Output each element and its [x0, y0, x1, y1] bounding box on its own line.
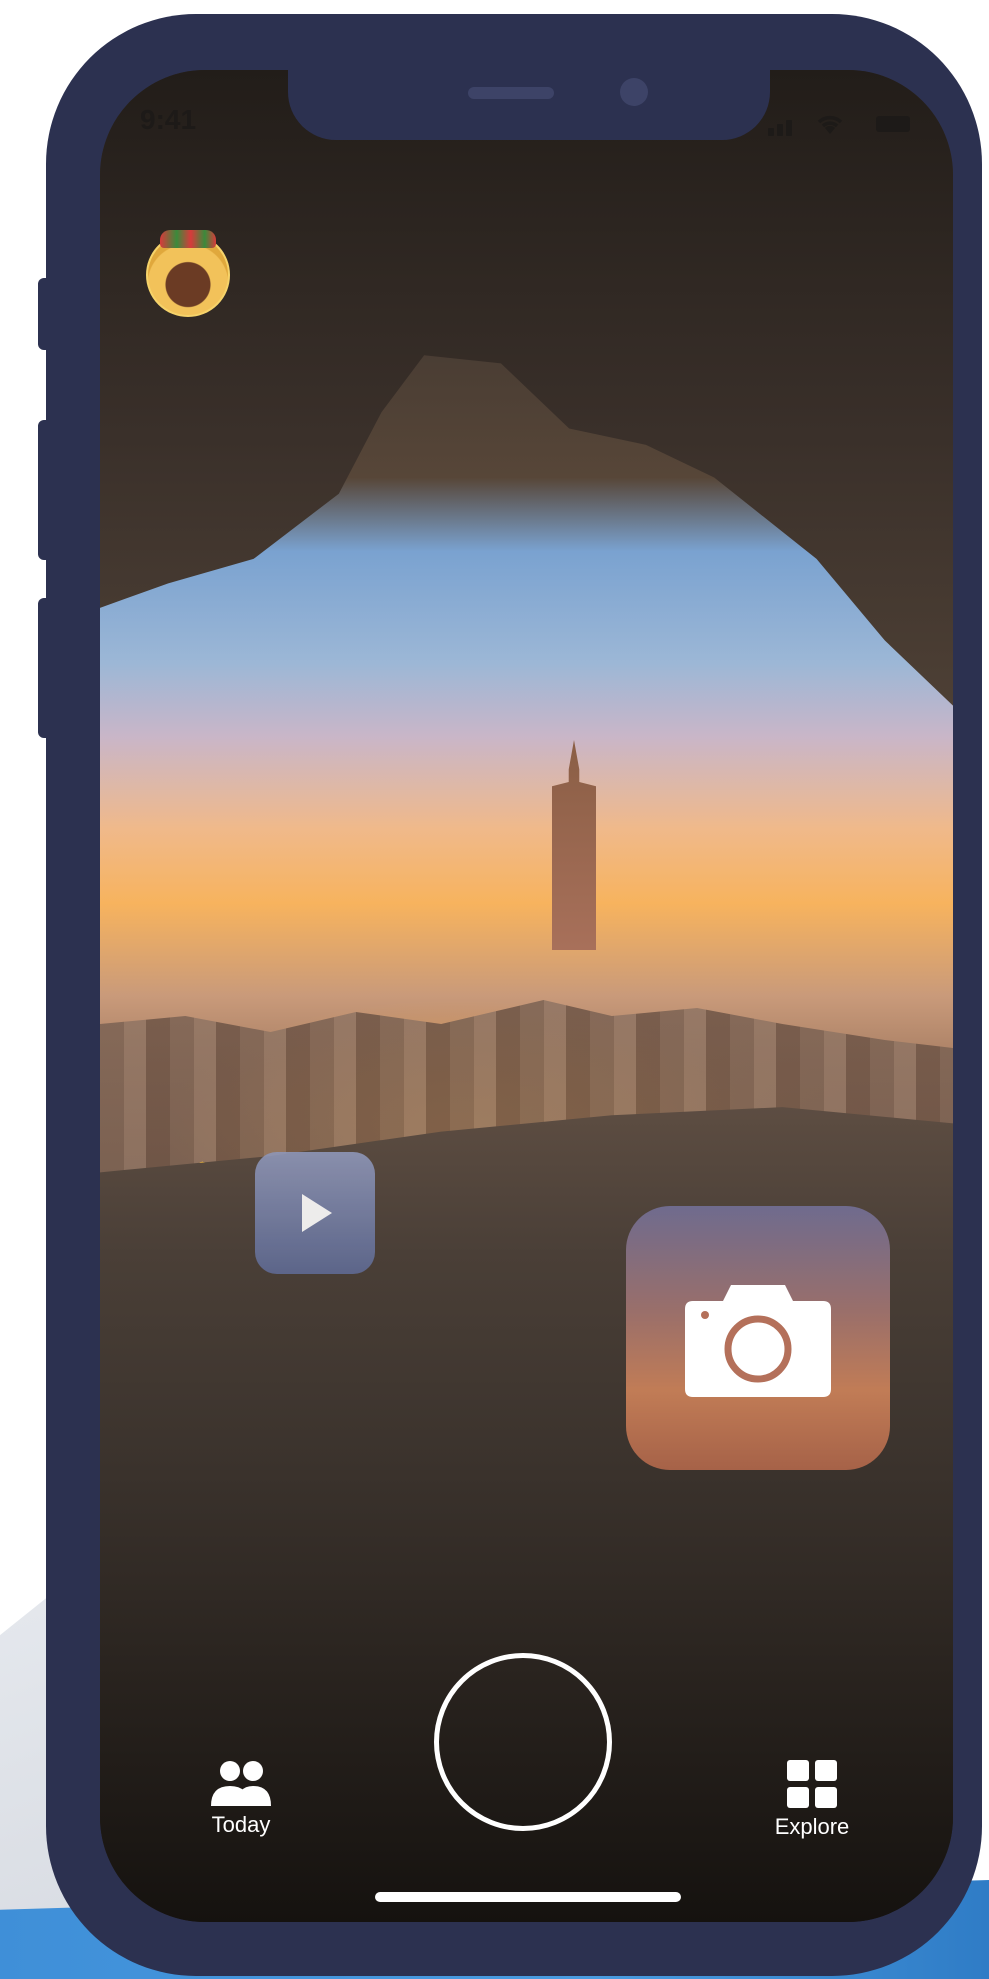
cave-ceiling [100, 70, 953, 706]
signal-icon [768, 128, 774, 136]
signal-icon [777, 124, 783, 136]
status-icons [768, 114, 918, 136]
wifi-icon [817, 115, 843, 134]
flower-crown [160, 230, 216, 248]
camera-icon [685, 1285, 831, 1397]
camera-viewfinder[interactable] [100, 70, 953, 1922]
speaker-grille [468, 87, 554, 99]
tab-explore[interactable]: Explore [762, 1758, 862, 1840]
battery-icon [876, 116, 910, 132]
camera-button[interactable] [626, 1206, 890, 1470]
notch [288, 70, 770, 140]
tab-explore-label: Explore [774, 1814, 850, 1839]
status-time: 9:41 [140, 104, 197, 135]
shutter-button[interactable] [434, 1653, 612, 1831]
home-indicator[interactable] [375, 1892, 681, 1902]
grid-icon [762, 1758, 862, 1810]
tab-today[interactable]: Today [196, 1758, 286, 1838]
tab-today-label: Today [211, 1812, 271, 1837]
people-icon [196, 1758, 286, 1808]
front-camera [620, 78, 648, 106]
play-icon [302, 1194, 332, 1232]
play-button[interactable] [255, 1152, 375, 1274]
signal-icon [786, 120, 792, 136]
